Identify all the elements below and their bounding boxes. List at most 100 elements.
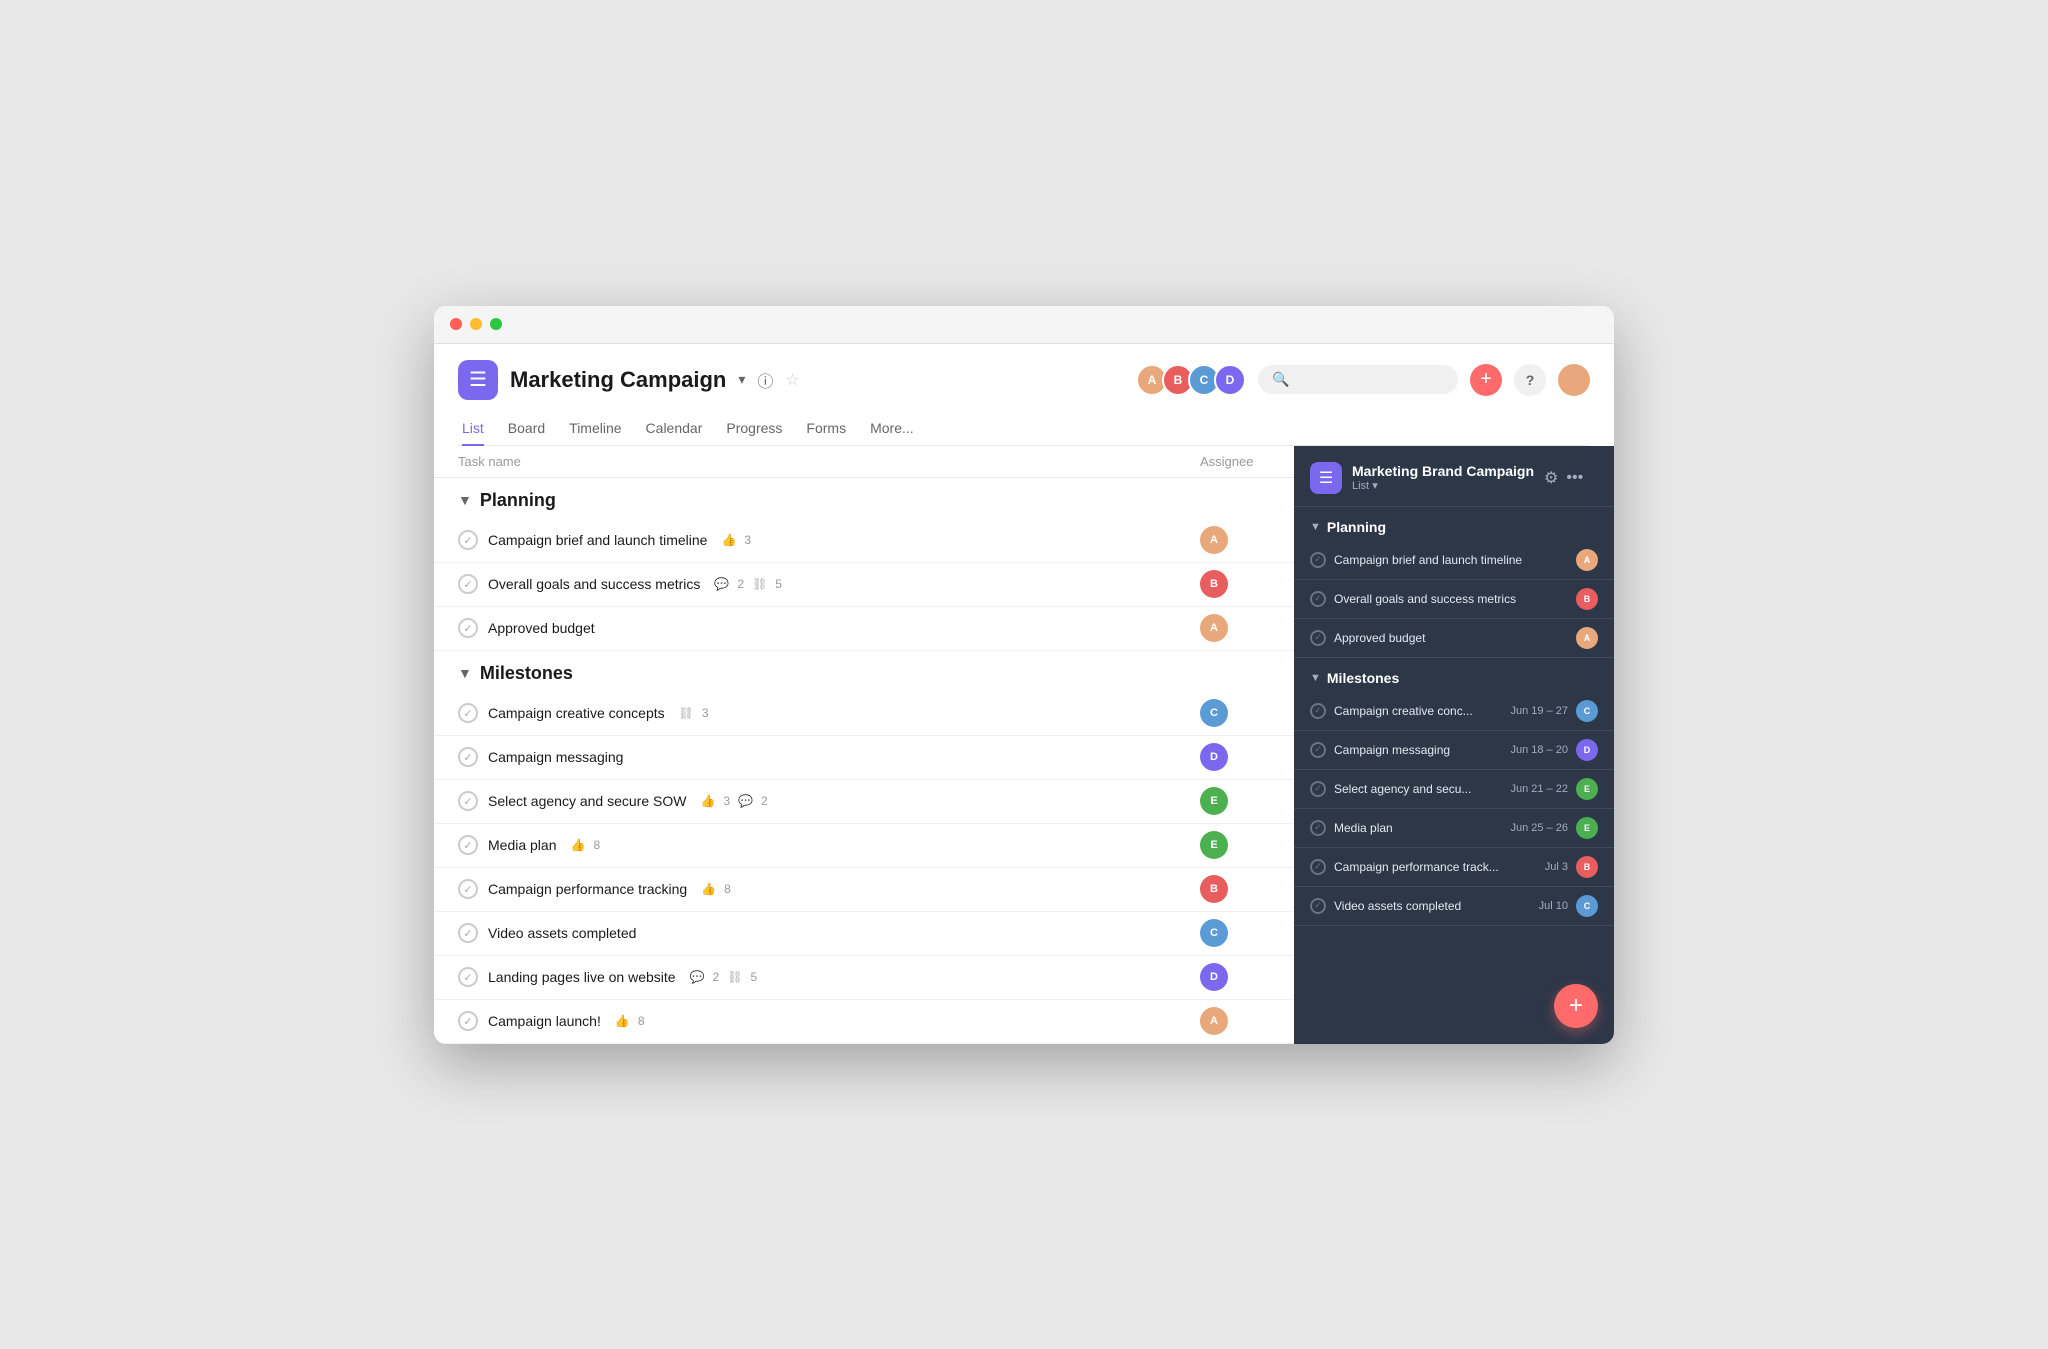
panel-task-name: Video assets completed [1334,899,1461,913]
like-icon: 👍 [701,882,716,896]
search-icon: 🔍 [1272,371,1289,388]
task-name-cell: ✓ Campaign creative concepts ⛓ 3 [458,695,1200,731]
comment-icon: 💬 [690,970,705,984]
panel-task-name: Overall goals and success metrics [1334,592,1516,606]
search-input[interactable] [1297,372,1437,387]
side-panel-title-block: Marketing Brand Campaign List ▾ [1352,463,1534,492]
task-name-cell: ✓ Campaign messaging [458,739,1200,775]
task-checkbox[interactable]: ✓ [458,747,478,767]
tab-more[interactable]: More... [870,412,914,446]
panel-avatar: E [1576,817,1598,839]
task-meta: 💬 2 ⛓ 5 [714,577,782,591]
avatar[interactable]: D [1214,364,1246,396]
side-panel-filter-button[interactable]: ⚙ [1544,468,1558,488]
maximize-button[interactable] [490,318,502,330]
task-checkbox[interactable]: ✓ [458,967,478,987]
task-avatar[interactable]: E [1200,831,1228,859]
tab-calendar[interactable]: Calendar [646,412,703,446]
panel-task-row[interactable]: ✓ Video assets completed Jul 10 C [1294,887,1614,926]
panel-task-row[interactable]: ✓ Approved budget A [1294,619,1614,658]
section-arrow-milestones[interactable]: ▼ [458,665,472,681]
comment-count: 2 [737,577,744,591]
panel-avatar: B [1576,856,1598,878]
task-name-cell: ✓ Overall goals and success metrics 💬 2 … [458,566,1200,602]
task-meta: 💬 2 ⛓ 5 [690,970,758,984]
task-avatar[interactable]: E [1200,787,1228,815]
panel-check: ✓ [1310,591,1326,607]
task-avatar[interactable]: C [1200,699,1228,727]
task-checkbox[interactable]: ✓ [458,835,478,855]
panel-task-row[interactable]: ✓ Campaign messaging Jun 18 – 20 D [1294,731,1614,770]
close-button[interactable] [450,318,462,330]
task-avatar[interactable]: A [1200,1007,1228,1035]
task-checkbox[interactable]: ✓ [458,1011,478,1031]
task-checkbox[interactable]: ✓ [458,618,478,638]
panel-avatar: C [1576,895,1598,917]
task-checkbox[interactable]: ✓ [458,703,478,723]
task-avatar[interactable]: B [1200,570,1228,598]
task-checkbox[interactable]: ✓ [458,923,478,943]
subtask-icon: ⛓ [727,970,742,984]
panel-date: Jun 18 – 20 [1511,744,1569,756]
panel-task-row[interactable]: ✓ Select agency and secu... Jun 21 – 22 … [1294,770,1614,809]
subtask-count: 5 [775,577,782,591]
panel-task-right: Jun 19 – 27 C [1511,700,1599,722]
panel-task-row[interactable]: ✓ Campaign creative conc... Jun 19 – 27 … [1294,692,1614,731]
task-name-cell: ✓ Video assets completed [458,915,1200,951]
panel-task-row[interactable]: ✓ Media plan Jun 25 – 26 E [1294,809,1614,848]
task-meta: ⛓ 3 [679,706,709,720]
panel-avatar: A [1576,627,1598,649]
add-button[interactable]: + [1470,364,1502,396]
chevron-down-icon[interactable]: ▾ [738,371,745,388]
subtask-icon: ⛓ [679,706,694,720]
panel-task-row[interactable]: ✓ Campaign brief and launch timeline A [1294,541,1614,580]
panel-check: ✓ [1310,552,1326,568]
titlebar [434,306,1614,344]
task-name: Campaign brief and launch timeline [488,532,707,548]
panel-task-left: ✓ Campaign brief and launch timeline [1310,552,1522,568]
panel-task-right: Jul 3 B [1545,856,1598,878]
section-name-planning: Planning [480,490,556,511]
side-panel-controls: ⚙ ••• [1544,468,1583,488]
search-bar[interactable]: 🔍 [1258,365,1458,394]
col-task-name: Task name [458,454,1200,469]
side-panel-more-button[interactable]: ••• [1566,469,1583,487]
star-icon[interactable]: ☆ [785,370,799,390]
task-checkbox[interactable]: ✓ [458,574,478,594]
task-avatar[interactable]: A [1200,526,1228,554]
section-arrow-planning[interactable]: ▼ [458,492,472,508]
task-avatar[interactable]: C [1200,919,1228,947]
task-avatar[interactable]: D [1200,963,1228,991]
panel-task-row[interactable]: ✓ Campaign performance track... Jul 3 B [1294,848,1614,887]
panel-task-left: ✓ Overall goals and success metrics [1310,591,1516,607]
task-checkbox[interactable]: ✓ [458,879,478,899]
section-name-milestones: Milestones [480,663,573,684]
tab-forms[interactable]: Forms [806,412,846,446]
comment-count: 2 [761,794,768,808]
panel-date: Jul 10 [1539,900,1568,912]
info-icon[interactable]: ⓘ [757,368,773,392]
panel-fab-button[interactable]: + [1554,984,1598,1028]
help-button[interactable]: ? [1514,364,1546,396]
task-avatar[interactable]: B [1200,875,1228,903]
panel-date: Jun 19 – 27 [1511,705,1569,717]
panel-task-left: ✓ Media plan [1310,820,1393,836]
tab-board[interactable]: Board [508,412,545,446]
tab-list[interactable]: List [462,412,484,446]
user-avatar[interactable] [1558,364,1590,396]
task-checkbox[interactable]: ✓ [458,791,478,811]
panel-task-right: A [1576,627,1598,649]
tab-progress[interactable]: Progress [726,412,782,446]
like-icon: 👍 [615,1014,630,1028]
task-meta: 👍 8 [615,1014,645,1028]
minimize-button[interactable] [470,318,482,330]
avatar-group: A B C D [1136,364,1246,396]
task-avatar[interactable]: A [1200,614,1228,642]
panel-task-right: Jun 25 – 26 E [1511,817,1599,839]
task-avatar[interactable]: D [1200,743,1228,771]
panel-check: ✓ [1310,703,1326,719]
task-name: Select agency and secure SOW [488,793,686,809]
task-checkbox[interactable]: ✓ [458,530,478,550]
tab-timeline[interactable]: Timeline [569,412,621,446]
panel-task-row[interactable]: ✓ Overall goals and success metrics B [1294,580,1614,619]
